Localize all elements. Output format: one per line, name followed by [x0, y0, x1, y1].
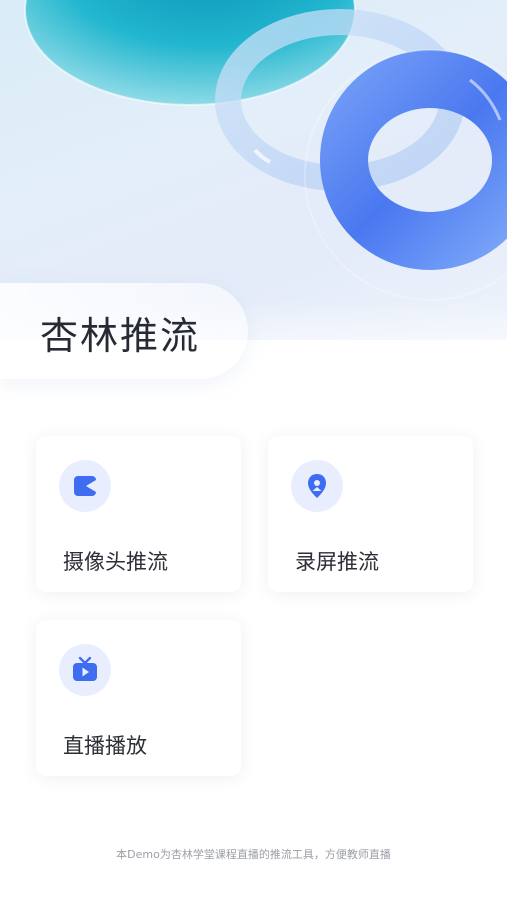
app-title: 杏林推流	[40, 314, 201, 358]
screen-record-label: 录屏推流	[295, 550, 379, 574]
footer-note: 本Demo为杏林学堂课程直播的推流工具，方便教师直播	[116, 848, 391, 861]
camera-stream-card[interactable]: 摄像头推流	[36, 436, 241, 592]
camera-icon	[59, 460, 111, 512]
camera-stream-label: 摄像头推流	[63, 550, 168, 574]
live-play-card[interactable]: 直播播放	[36, 620, 241, 776]
screen-record-icon	[291, 460, 343, 512]
tv-play-icon	[59, 644, 111, 696]
screen-record-card[interactable]: 录屏推流	[268, 436, 473, 592]
live-play-label: 直播播放	[63, 734, 147, 758]
